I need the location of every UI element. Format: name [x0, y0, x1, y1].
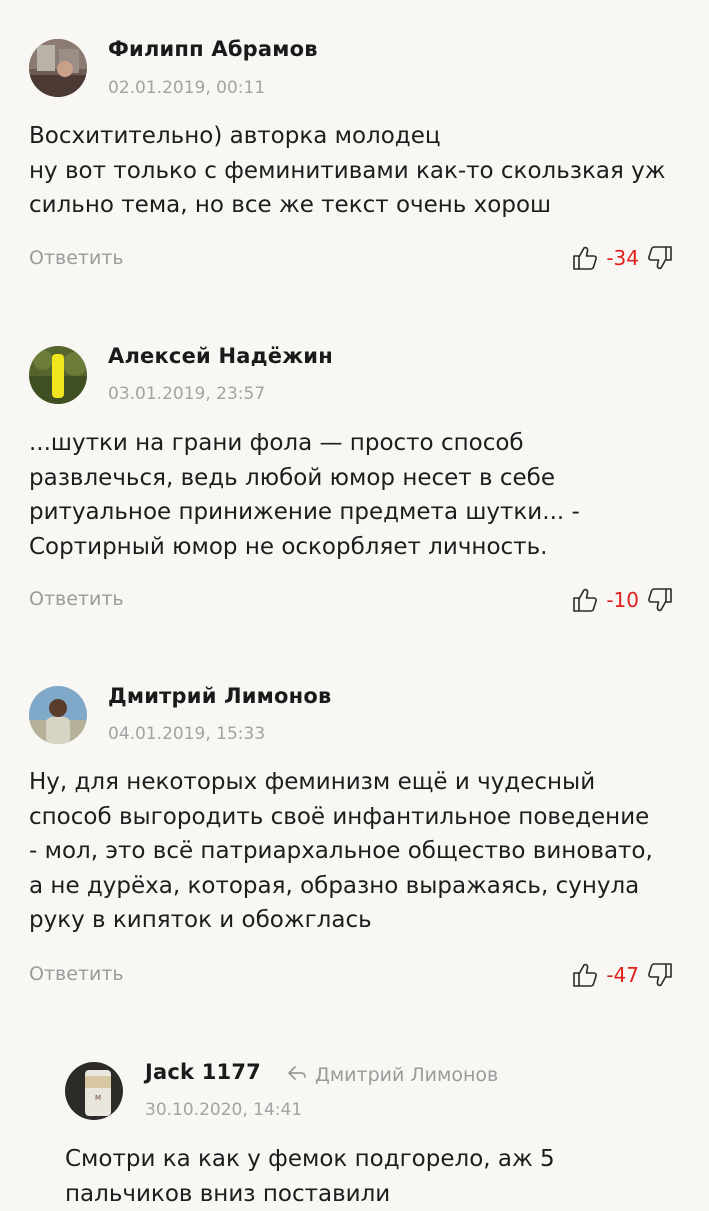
thumbs-up-icon[interactable] [572, 587, 598, 613]
vote-score: -34 [606, 246, 639, 270]
avatar[interactable] [29, 39, 87, 97]
vote-controls: -10 [572, 582, 673, 618]
comment-text: ...шутки на грани фола — просто способ р… [29, 426, 689, 564]
thumbs-down-icon[interactable] [647, 962, 673, 988]
reply-button[interactable]: Ответить [29, 247, 124, 269]
reply-date: 30.10.2020, 14:41 [145, 1100, 302, 1120]
comment-text-line: ритуальное принижение предмета шутки... … [29, 495, 689, 530]
reply-arrow-icon [287, 1064, 307, 1086]
comment-text-line: - мол, это всё патриархальное общество в… [29, 834, 689, 869]
avatar[interactable]: M [65, 1062, 123, 1120]
reply-button[interactable]: Ответить [29, 588, 124, 610]
vote-score: -10 [606, 588, 639, 612]
reply-to[interactable]: Дмитрий Лимонов [287, 1064, 498, 1086]
vote-controls: -34 [572, 240, 673, 276]
comment-text-line: Ну, для некоторых феминизм ещё и чудесны… [29, 765, 689, 800]
reply-author[interactable]: Jack 1177 [145, 1060, 261, 1084]
reply-text-line: пальчиков вниз поставили [65, 1177, 709, 1211]
reply-text: Смотри ка как у фемок подгорело, аж 5 па… [65, 1142, 709, 1211]
comment-text: Ну, для некоторых феминизм ещё и чудесны… [29, 765, 689, 938]
comment-date: 02.01.2019, 00:11 [108, 78, 265, 98]
vote-controls: -47 [572, 957, 673, 993]
comment-text-line: сильно тема, но все же текст очень хорош [29, 188, 689, 223]
avatar-photo-cup-icon: M [65, 1062, 123, 1120]
comment-author[interactable]: Филипп Абрамов [108, 37, 318, 61]
comment-text-line: ну вот только с феминитивами как-то скол… [29, 154, 689, 189]
comment-text-line: Сортирный юмор не оскорбляет личность. [29, 530, 689, 565]
vote-score: -47 [606, 963, 639, 987]
comment-text-line: Восхитительно) авторка молодец [29, 119, 689, 154]
avatar-photo-person-icon [29, 686, 87, 744]
comment-text: Восхитительно) авторка молодец ну вот то… [29, 119, 689, 223]
comment-text-line: способ выгородить своё инфантильное пове… [29, 800, 689, 835]
svg-text:M: M [95, 1094, 101, 1102]
avatar-photo-yellow-object-icon [29, 346, 87, 404]
comment-author[interactable]: Дмитрий Лимонов [108, 684, 332, 708]
reply-button[interactable]: Ответить [29, 963, 124, 985]
avatar[interactable] [29, 346, 87, 404]
reply-text-line: Смотри ка как у фемок подгорело, аж 5 [65, 1142, 709, 1177]
comment-text-line: ...шутки на грани фола — просто способ [29, 426, 689, 461]
comment-author[interactable]: Алексей Надёжин [108, 344, 333, 368]
thumbs-up-icon[interactable] [572, 962, 598, 988]
comment-date: 04.01.2019, 15:33 [108, 724, 265, 744]
comment-text-line: руку в кипяток и обожглась [29, 903, 689, 938]
thumbs-down-icon[interactable] [647, 245, 673, 271]
thumbs-up-icon[interactable] [572, 245, 598, 271]
comment-date: 03.01.2019, 23:57 [108, 384, 265, 404]
thumbs-down-icon[interactable] [647, 587, 673, 613]
comment-text-line: развлечься, ведь любой юмор несет в себе [29, 461, 689, 496]
comment-text-line: а не дурёха, которая, образно выражаясь,… [29, 869, 689, 904]
avatar[interactable] [29, 686, 87, 744]
reply-to-name: Дмитрий Лимонов [315, 1064, 498, 1086]
avatar-photo-window-icon [29, 39, 87, 97]
